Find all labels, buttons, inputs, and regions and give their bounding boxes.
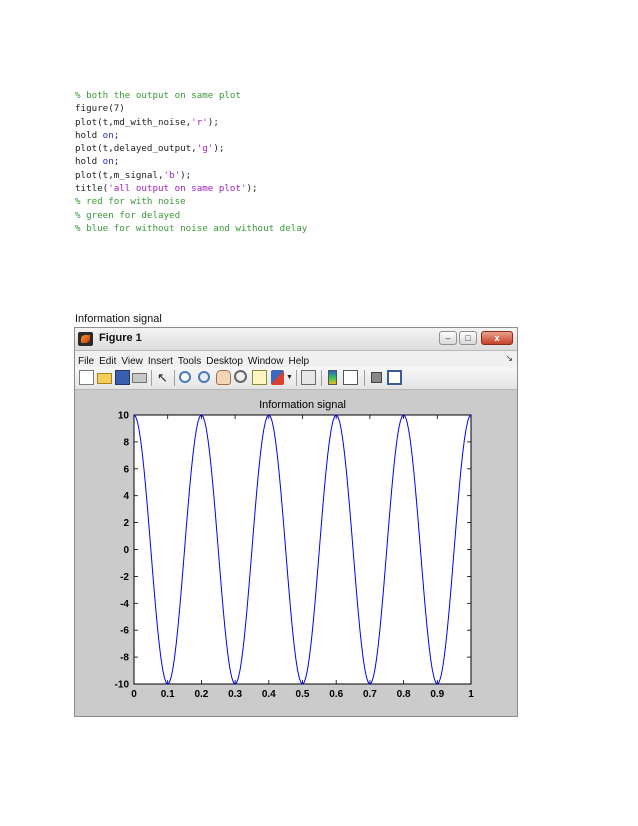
- code-token: 'b': [163, 169, 181, 181]
- y-tick-label: -2: [120, 572, 129, 583]
- hide-plot-tools-icon[interactable]: [371, 372, 382, 383]
- y-tick-label: -10: [115, 680, 130, 691]
- y-tick-label: 0: [123, 545, 129, 556]
- toolbar-separator: [174, 370, 175, 386]
- code-token: );: [246, 183, 258, 195]
- code-token: ;: [113, 156, 120, 168]
- code-line: figure(7): [75, 102, 307, 115]
- x-tick-label: 0.8: [397, 689, 411, 700]
- y-tick-label: 6: [123, 464, 129, 475]
- toolbar-separator: [321, 370, 322, 386]
- code-token: % red for with noise: [75, 196, 186, 208]
- code-listing: % both the output on same plot figure(7) p…: [75, 89, 307, 235]
- data-cursor-icon[interactable]: [252, 370, 267, 385]
- code-line: plot(t,md_with_noise,'r');: [75, 116, 307, 129]
- code-token: plot(t,md_with_noise,: [75, 116, 192, 128]
- figure-toolbar: ↖ ▼: [75, 367, 517, 390]
- code-token: );: [180, 169, 192, 181]
- x-tick-label: 0.3: [228, 689, 242, 700]
- open-file-icon[interactable]: [97, 373, 112, 384]
- print-figure-icon[interactable]: [132, 373, 147, 383]
- code-token: plot(t,m_signal,: [75, 169, 164, 181]
- matlab-app-icon: [78, 332, 93, 346]
- code-line: title('all output on same plot');: [75, 182, 307, 195]
- figure-canvas: Information signal 0 0.1 0.2 0.3 0.4 0.5 0.6 0.7…: [75, 390, 517, 716]
- window-title: Figure 1: [99, 332, 142, 344]
- x-tick-label: 0: [131, 689, 137, 700]
- y-tick-label: -6: [120, 626, 129, 637]
- colorbar-icon[interactable]: [328, 370, 337, 385]
- code-token: % blue for without noise and without del…: [75, 222, 308, 234]
- code-token: on: [102, 156, 114, 168]
- code-token: on: [102, 129, 114, 141]
- figure-caption: Information signal: [75, 313, 162, 325]
- x-tick-label: 0.5: [296, 689, 310, 700]
- y-tick-label: -4: [120, 599, 129, 610]
- minimize-button[interactable]: –: [439, 331, 457, 345]
- dock-arrow-icon[interactable]: ↘: [505, 353, 513, 364]
- code-line: hold on;: [75, 129, 307, 142]
- legend-icon[interactable]: [343, 370, 358, 385]
- y-tick-label: 4: [123, 491, 129, 502]
- edit-plot-arrow-icon[interactable]: ↖: [155, 370, 170, 385]
- code-token: ;: [113, 129, 120, 141]
- chart-title: Information signal: [259, 399, 346, 411]
- code-line: % green for delayed: [75, 209, 307, 222]
- code-token: plot(t,delayed_output,: [75, 143, 197, 155]
- save-figure-icon[interactable]: [115, 370, 130, 385]
- zoom-out-icon[interactable]: [198, 371, 210, 383]
- code-line: plot(t,delayed_output,'g');: [75, 142, 307, 155]
- code-token: 'r': [191, 116, 208, 128]
- code-token: hold: [75, 129, 103, 141]
- x-tick-label: 0.6: [329, 689, 343, 700]
- link-plot-icon[interactable]: [301, 370, 316, 385]
- toolbar-separator: [364, 370, 365, 386]
- code-token: 'g': [196, 143, 214, 155]
- toolbar-separator: [151, 370, 152, 386]
- code-token: );: [213, 143, 225, 155]
- code-token: 'all output on same plot': [108, 183, 247, 195]
- code-token: % both the output on same plot: [75, 90, 241, 101]
- rotate-3d-icon[interactable]: [234, 370, 247, 383]
- code-token: title(: [75, 183, 109, 195]
- toolbar-separator: [296, 370, 297, 386]
- code-line: plot(t,m_signal,'b');: [75, 169, 307, 182]
- code-token: figure(7): [75, 103, 125, 115]
- code-line: hold on;: [75, 155, 307, 168]
- code-token: hold: [75, 156, 103, 168]
- line-chart: Information signal 0 0.1 0.2 0.3 0.4 0.5 0.6 0.7…: [115, 399, 475, 700]
- x-tick-label: 0.4: [262, 689, 276, 700]
- x-tick-label: 0.2: [194, 689, 208, 700]
- code-line: % red for with noise: [75, 195, 307, 208]
- x-tick-label: 1: [468, 689, 474, 700]
- y-tick-label: -8: [120, 653, 129, 664]
- brush-dropdown-icon[interactable]: ▼: [286, 370, 293, 385]
- y-tick-label: 2: [123, 518, 129, 529]
- brush-icon[interactable]: [271, 370, 284, 385]
- show-plot-tools-icon[interactable]: [387, 370, 402, 385]
- code-token: );: [207, 116, 219, 128]
- code-line: % both the output on same plot: [75, 89, 307, 102]
- new-figure-icon[interactable]: [79, 370, 94, 385]
- code-line: % blue for without noise and without del…: [75, 222, 307, 235]
- maximize-button[interactable]: □: [459, 331, 477, 345]
- y-tick-label: 8: [123, 437, 129, 448]
- code-token: % green for delayed: [75, 209, 181, 221]
- x-tick-label: 0.9: [430, 689, 444, 700]
- window-titlebar[interactable]: Figure 1 – □ x: [75, 328, 517, 351]
- close-button[interactable]: x: [481, 331, 513, 345]
- x-tick-label: 0.7: [363, 689, 377, 700]
- zoom-in-icon[interactable]: [179, 371, 191, 383]
- figure-window: Figure 1 – □ x File Edit View Insert Tools De…: [74, 327, 518, 717]
- pan-hand-icon[interactable]: [216, 370, 231, 385]
- menu-bar: File Edit View Insert Tools Desktop Window Help…: [75, 351, 517, 367]
- y-tick-label: 10: [118, 411, 130, 422]
- x-tick-label: 0.1: [161, 689, 175, 700]
